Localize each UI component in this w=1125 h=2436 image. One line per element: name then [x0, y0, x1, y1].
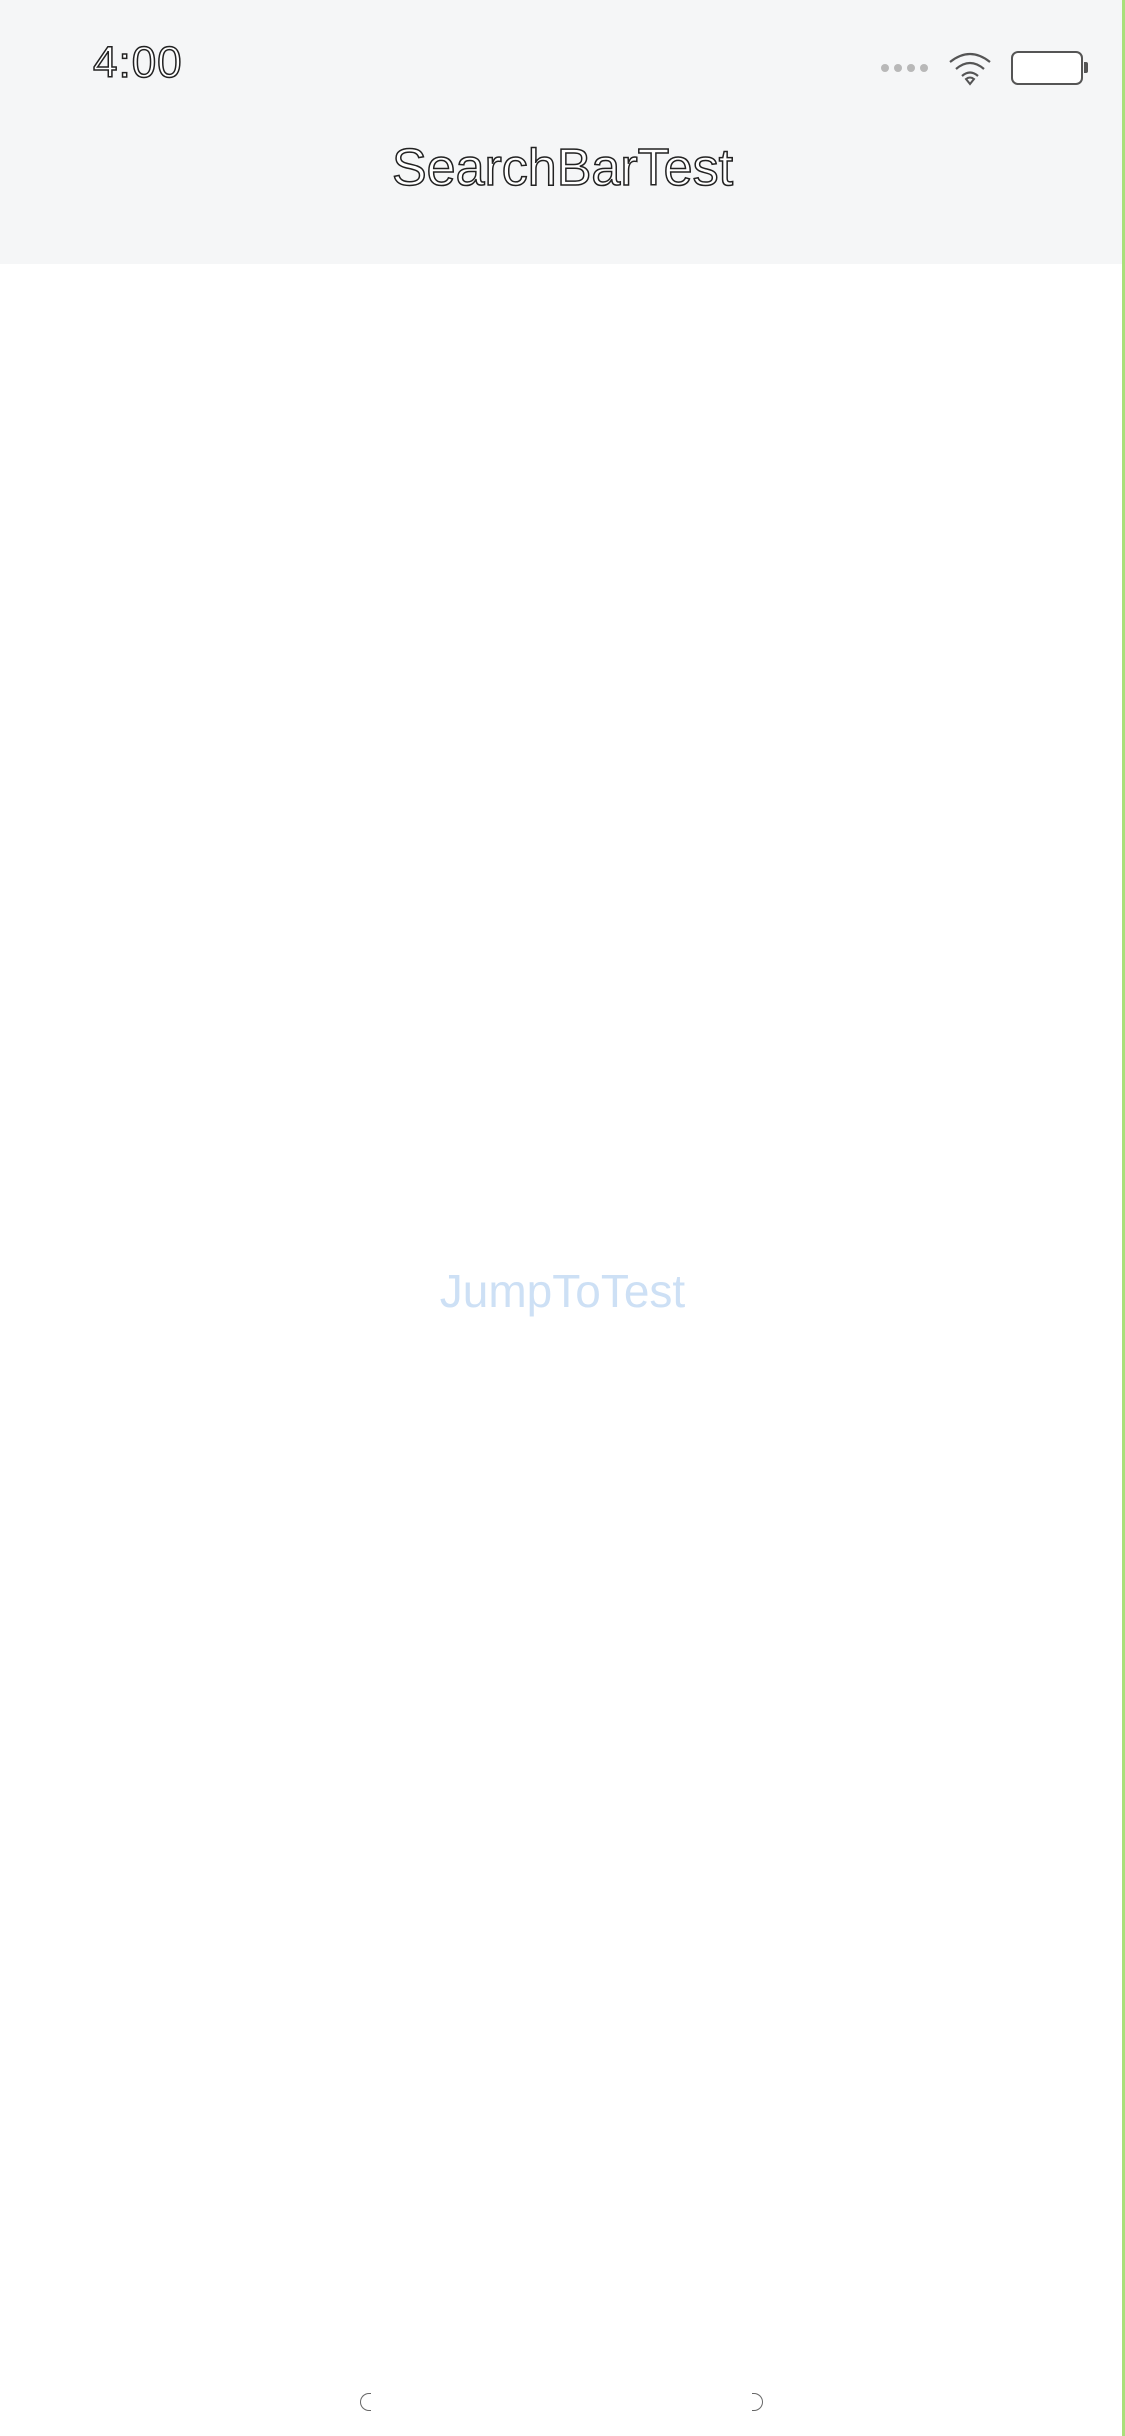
status-icons [881, 48, 1088, 88]
left-corner-mark [360, 2393, 371, 2411]
app-screen: 4:00 SearchBarTest JumpToTest [0, 0, 1125, 2436]
nav-title: SearchBarTest [391, 138, 734, 198]
bottom-edge-marks [0, 2393, 1125, 2417]
top-area: 4:00 SearchBarTest [0, 0, 1125, 264]
main-content: JumpToTest [0, 264, 1125, 2436]
signal-dots-icon [881, 64, 933, 72]
jump-to-test-button[interactable]: JumpToTest [0, 1264, 1125, 1318]
right-corner-mark [752, 2393, 763, 2411]
wifi-icon [949, 52, 991, 86]
battery-icon [1011, 51, 1088, 85]
status-time: 4:00 [92, 37, 183, 88]
navigation-bar: SearchBarTest [0, 132, 1125, 264]
status-bar: 4:00 [0, 0, 1125, 132]
